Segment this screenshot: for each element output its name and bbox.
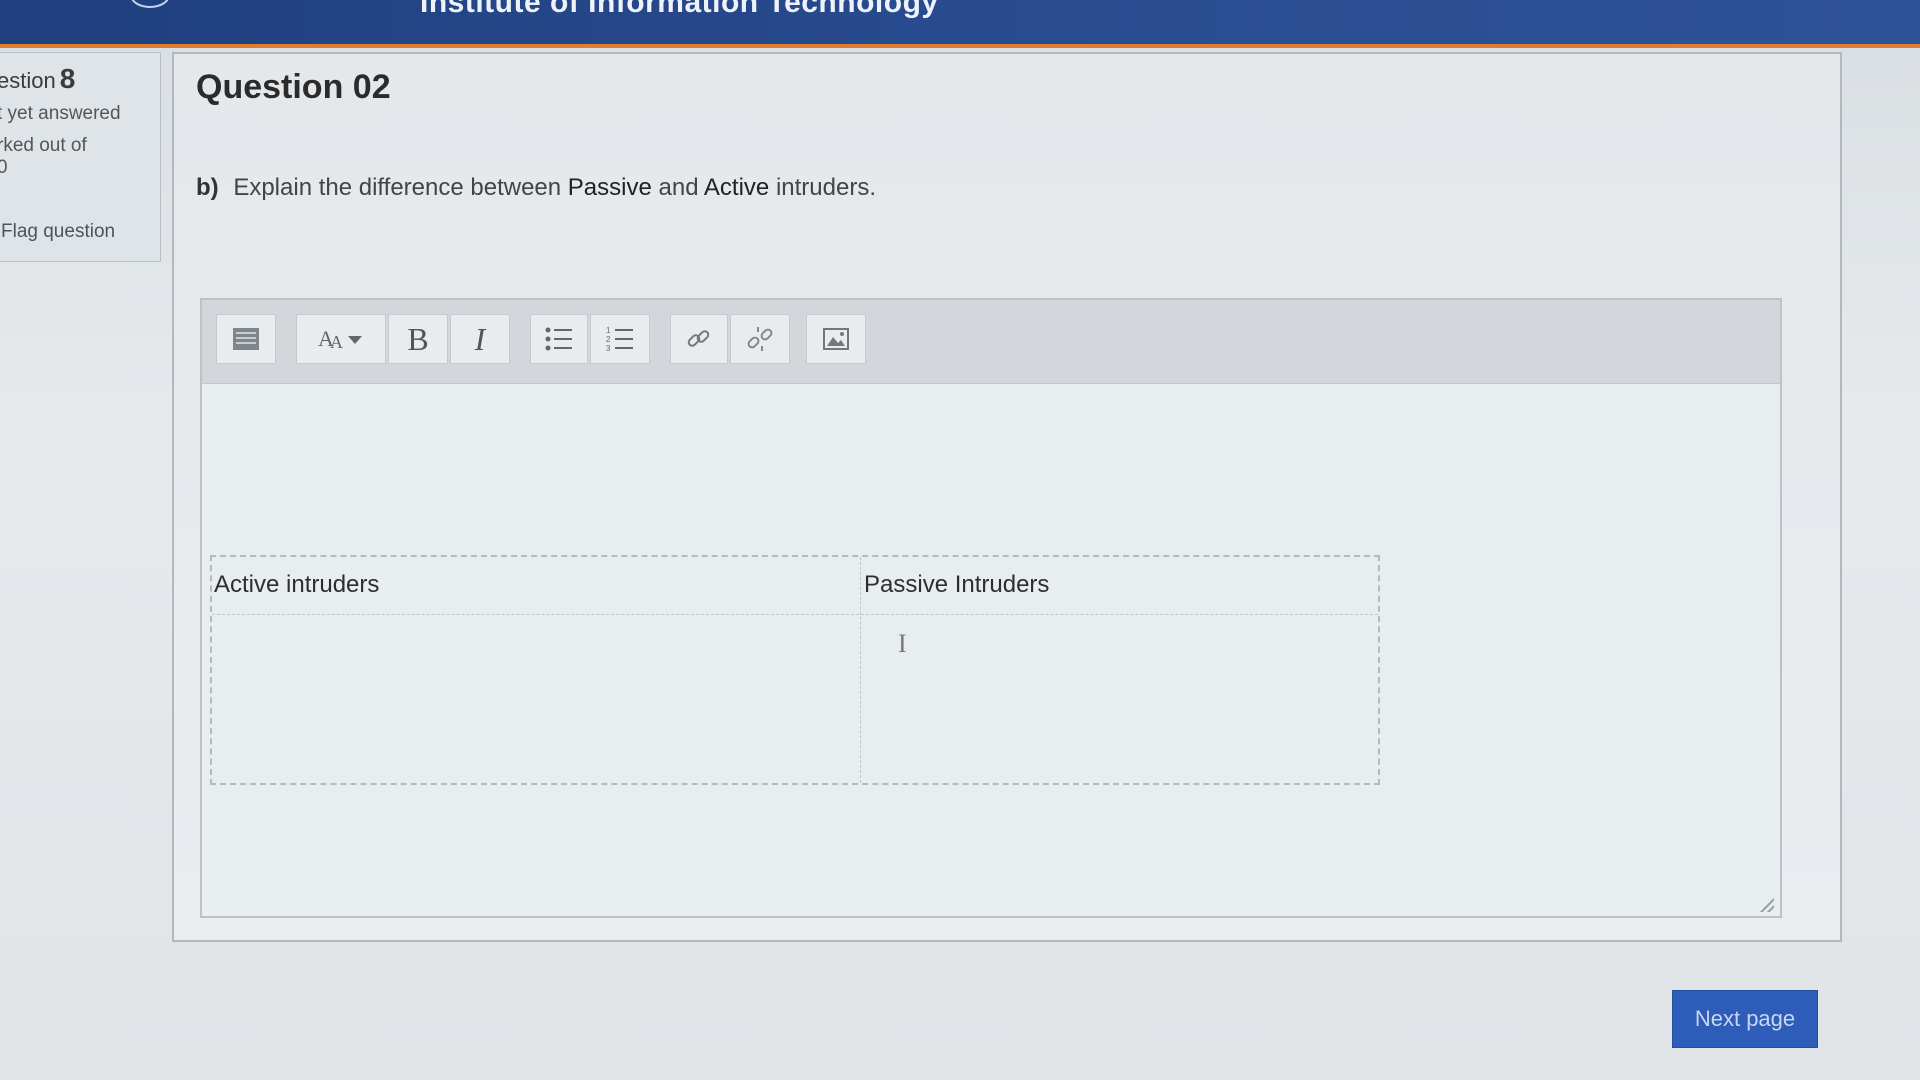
term-active: Active [703, 174, 770, 201]
bold-icon: B [407, 320, 429, 357]
question-info-block: estion 8 t yet answered rked out of 0 Fla… [0, 52, 161, 262]
toolbar-toggle-icon [233, 328, 259, 350]
question-title: Question 02 [196, 68, 391, 106]
institute-logo [130, 0, 170, 8]
svg-text:1: 1 [606, 326, 611, 335]
unordered-list-icon [545, 326, 573, 352]
paragraph-styles-button[interactable]: AA [296, 314, 386, 364]
question-text-after: intruders. [775, 174, 876, 201]
answer-status: t yet answered [0, 103, 121, 124]
italic-icon: I [474, 320, 486, 357]
site-title: Institute of Information Technology [420, 0, 939, 19]
link-icon [685, 325, 713, 353]
question-text-and: and [658, 174, 699, 201]
header-active-intruders[interactable]: Active intruders [214, 571, 379, 599]
question-number-label: estion 8 [0, 63, 75, 95]
site-header: Institute of Information Technology [0, 0, 1920, 48]
next-page-button[interactable]: Next page [1672, 990, 1818, 1048]
marks-value: 0 [0, 157, 8, 178]
question-text: b) Explain the difference between Passiv… [196, 174, 876, 202]
insert-image-button[interactable] [806, 314, 866, 364]
editor-toolbar: AA B I 123 [202, 300, 1780, 384]
question-label-text: estion [0, 68, 56, 93]
unlink-icon [746, 325, 774, 353]
answer-editor: AA B I 123 Active intruders Passive Intr… [200, 298, 1782, 918]
question-panel: Question 02 b) Explain the difference be… [172, 52, 1842, 942]
question-number: 8 [59, 63, 76, 94]
toolbar-toggle-button[interactable] [216, 314, 276, 364]
answer-table-header-row: Active intruders Passive Intruders [212, 557, 1378, 615]
bold-button[interactable]: B [388, 314, 448, 364]
question-part-label: b) [196, 174, 219, 201]
editor-content-area[interactable]: Active intruders Passive Intruders I [202, 385, 1780, 918]
answer-table[interactable]: Active intruders Passive Intruders I [210, 555, 1380, 785]
text-cursor-icon: I [898, 629, 907, 658]
unlink-button[interactable] [730, 314, 790, 364]
unordered-list-button[interactable] [530, 314, 588, 364]
svg-text:2: 2 [606, 335, 611, 344]
svg-text:3: 3 [606, 344, 611, 353]
marks-label: rked out of [0, 135, 87, 156]
paragraph-styles-icon: AA [316, 326, 366, 352]
question-text-before: Explain the difference between [233, 174, 562, 201]
answer-table-column-divider [860, 557, 861, 783]
flag-question-link[interactable]: Flag question [1, 221, 115, 243]
term-passive: Passive [567, 174, 652, 201]
header-passive-intruders[interactable]: Passive Intruders [864, 571, 1049, 599]
italic-button[interactable]: I [450, 314, 510, 364]
ordered-list-button[interactable]: 123 [590, 314, 650, 364]
link-button[interactable] [670, 314, 728, 364]
svg-text:A: A [330, 332, 343, 352]
image-icon [823, 328, 849, 350]
resize-handle-icon[interactable] [1760, 898, 1774, 912]
ordered-list-icon: 123 [606, 325, 634, 353]
